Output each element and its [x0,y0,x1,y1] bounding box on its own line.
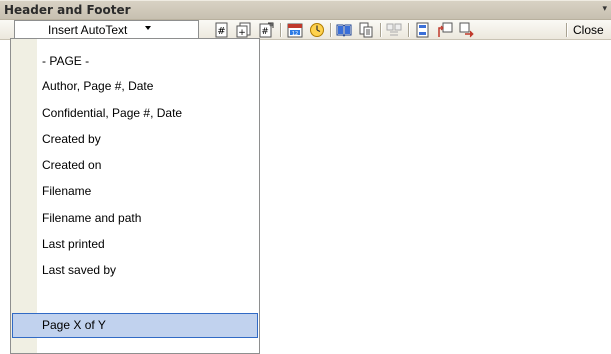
menu-item[interactable]: Created on [12,153,258,178]
menu-item[interactable]: Last saved by [12,258,258,283]
menu-item[interactable]: Filename [12,179,258,204]
show-next-icon[interactable] [459,22,475,38]
insert-autotext-label: Insert AutoText [48,23,128,37]
menu-item-label: Created on [42,158,102,172]
close-button[interactable]: Close [573,23,604,37]
toolbar-separator [380,23,382,37]
switch-header-footer-icon[interactable] [415,22,431,38]
menu-item[interactable]: Created by [12,127,258,152]
svg-text:#: # [217,26,225,37]
toolbar-title: Header and Footer [4,3,131,17]
menu-item-label: Last printed [42,237,105,251]
toolbar-separator [330,23,332,37]
svg-text:12: 12 [292,31,298,37]
menu-item-label: Filename [42,184,92,198]
toolbar-options-icon[interactable]: ▾ [602,4,607,14]
insert-date-icon[interactable]: 12 [287,22,303,38]
menu-item-label: Confidential, Page #, Date [42,106,183,120]
insert-autotext-button[interactable]: Insert AutoText [14,20,199,39]
menu-item[interactable]: Author, Page #, Date [12,74,258,99]
chevron-down-icon [145,26,151,30]
svg-text:+: + [238,28,246,38]
same-as-previous-icon[interactable] [386,22,402,38]
menu-item-label: - PAGE - [42,54,90,68]
header-footer-window: Header and Footer ▾ Insert AutoText # + … [0,0,611,354]
show-previous-icon[interactable] [437,22,453,38]
menu-item[interactable]: Page X of Y [12,313,258,338]
menu-item[interactable]: Last printed [12,232,258,257]
menu-item-label: Page X of Y [42,318,106,332]
svg-text:#: # [261,27,269,37]
show-hide-document-text-icon[interactable] [358,22,374,38]
insert-number-of-pages-icon[interactable]: + [236,22,252,38]
menu-item-label: Last saved by [42,263,117,277]
toolbar-separator [408,23,410,37]
toolbar-separator [280,23,282,37]
page-setup-icon[interactable] [336,22,352,38]
menu-item[interactable]: Confidential, Page #, Date [12,101,258,126]
menu-item[interactable]: Filename and path [12,206,258,231]
insert-page-number-icon[interactable]: # [214,22,230,38]
format-page-number-icon[interactable]: # [258,22,274,38]
header-footer-toolbar: Insert AutoText # + # 12 Close [0,20,611,40]
toolbar-title-bar[interactable]: Header and Footer ▾ [0,0,611,20]
autotext-dropdown-menu: - PAGE - Author, Page #, Date Confidential… [10,38,260,354]
menu-item[interactable]: - PAGE - [12,49,258,74]
menu-item-label: Author, Page #, Date [42,79,154,93]
menu-item-label: Created by [42,132,101,146]
menu-item-label: Filename and path [42,211,142,225]
toolbar-separator [566,23,568,37]
insert-time-icon[interactable] [309,22,325,38]
